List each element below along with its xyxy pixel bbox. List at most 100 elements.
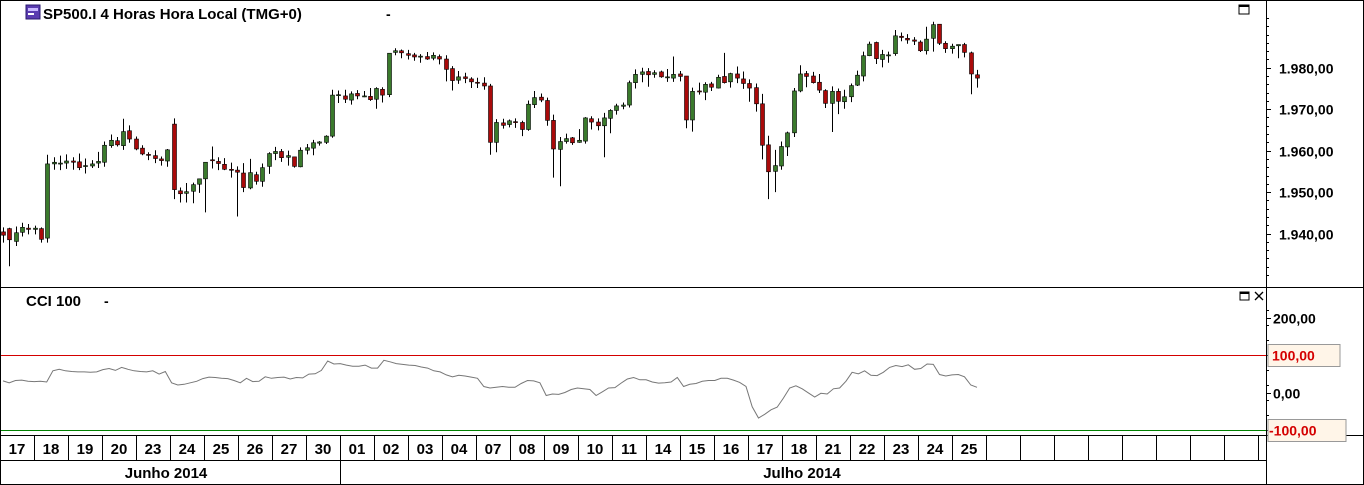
candle-body: [115, 140, 120, 146]
candle-body: [962, 44, 967, 53]
date-tick-label: 03: [417, 441, 434, 458]
candle-body: [140, 147, 145, 155]
candle-body: [450, 68, 455, 81]
close-icon[interactable]: [1254, 291, 1264, 301]
candle-body: [640, 71, 645, 75]
candles: [1, 21, 980, 267]
cci-title[interactable]: CCI 100: [26, 293, 81, 310]
candle-body: [254, 174, 259, 182]
candle-body: [804, 73, 809, 77]
candle-body: [564, 138, 569, 142]
candle-body: [671, 74, 676, 79]
candle-body: [570, 137, 575, 144]
candle-body: [703, 84, 708, 93]
candle-body: [912, 39, 917, 42]
candle-body: [665, 76, 670, 79]
candle-body: [33, 227, 38, 230]
candle-body: [127, 130, 132, 140]
candle-body: [146, 154, 151, 156]
candle-body: [444, 58, 449, 70]
candle-body: [766, 144, 771, 173]
date-tick-label: 21: [825, 441, 842, 458]
candle-body: [235, 169, 240, 173]
candle-body: [526, 103, 531, 130]
candle-body: [14, 232, 19, 242]
candle-body: [659, 71, 664, 78]
candle-body: [773, 165, 778, 172]
date-tick-label: 20: [111, 441, 128, 458]
candle-body: [229, 168, 234, 171]
candle-body: [7, 228, 12, 241]
date-tick-label: 26: [247, 441, 264, 458]
candle-body: [545, 100, 550, 121]
chart-area: 1.940,00 1.950,00 1.960,00 1.970,00 1.980,00…: [0, 0, 1364, 485]
candle-body: [558, 141, 563, 150]
candle-body: [709, 83, 714, 88]
candle-body: [153, 155, 158, 159]
candle-body: [90, 163, 95, 167]
candle-body: [520, 122, 525, 130]
candle-body: [950, 45, 955, 49]
candle-body: [697, 90, 702, 93]
candle-body: [551, 120, 556, 150]
date-tick-label: 22: [859, 441, 876, 458]
candle-body: [317, 141, 322, 144]
candle-body: [741, 78, 746, 84]
candle-body: [513, 121, 518, 123]
main-chart-title[interactable]: SP500.I 4 Horas Hora Local (TMG+0): [43, 6, 302, 23]
candle-body: [39, 228, 44, 240]
candle-body: [893, 35, 898, 54]
candle-body: [684, 75, 689, 121]
candle-body: [368, 96, 373, 100]
candle-body: [178, 190, 183, 195]
candle-body: [886, 54, 891, 57]
date-tick-label: 02: [383, 441, 400, 458]
cci-menu-glyph[interactable]: -: [104, 293, 109, 309]
date-tick-label: 27: [281, 441, 298, 458]
candle-body: [943, 42, 948, 49]
candle-body: [817, 81, 822, 91]
cci-maximize-icon[interactable]: [1239, 291, 1250, 301]
candle-body: [121, 131, 126, 146]
candle-body: [469, 78, 474, 83]
candle-body: [874, 42, 879, 59]
candle-body: [646, 71, 651, 76]
cci-upper-level-label: 100,00: [1272, 348, 1315, 364]
cci-level-lines: 100,00 -100,00: [1, 344, 1347, 442]
candle-body: [931, 24, 936, 39]
candle-body: [412, 54, 417, 58]
candle-body: [621, 104, 626, 107]
candle-body: [248, 172, 253, 189]
candle-body: [836, 91, 841, 102]
candle-body: [735, 73, 740, 79]
candle-body: [602, 117, 607, 127]
candle-body: [241, 172, 246, 188]
candle-body: [475, 81, 480, 84]
outer-border: [0, 0, 1364, 485]
candle-body: [273, 151, 278, 154]
candle-body: [399, 50, 404, 54]
main-chart-menu-glyph[interactable]: -: [386, 6, 391, 22]
candle-body: [969, 52, 974, 75]
date-tick-label: 19: [77, 441, 94, 458]
price-tick-label: 1.960,00: [1279, 144, 1334, 160]
cci-lower-level-label: -100,00: [1269, 423, 1317, 439]
candle-body: [722, 76, 727, 83]
maximize-icon[interactable]: [1238, 4, 1250, 15]
candle-body: [614, 105, 619, 111]
candle-body: [349, 93, 354, 101]
candle-body: [918, 41, 923, 52]
candle-body: [279, 151, 284, 158]
price-tick-label: 1.940,00: [1279, 227, 1334, 243]
candle-body: [418, 55, 423, 58]
date-tick-label: 23: [893, 441, 910, 458]
cci-tick-label: 200,00: [1273, 311, 1316, 327]
date-tick-label: 10: [587, 441, 604, 458]
candle-body: [336, 94, 341, 96]
date-tick-label: 07: [485, 441, 502, 458]
candle-body: [583, 117, 588, 142]
date-tick-label: 11: [621, 441, 637, 458]
candle-body: [608, 110, 613, 119]
date-tick-label: 18: [43, 441, 60, 458]
candle-body: [747, 83, 752, 89]
